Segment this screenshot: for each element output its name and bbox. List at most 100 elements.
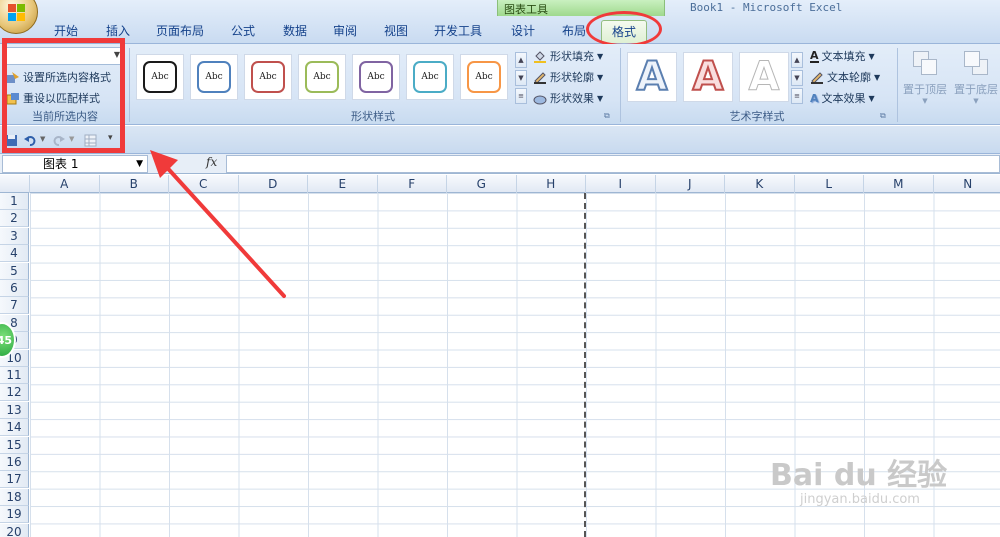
gallery-more-button[interactable]: ≡ (515, 88, 527, 104)
dropdown-arrow-icon: ▼ (868, 93, 875, 103)
send-to-back-button[interactable]: 置于底层 ▼ (951, 49, 1000, 105)
row-header-4[interactable]: 4 (0, 245, 29, 263)
row-header-18[interactable]: 18 (0, 488, 29, 506)
dialog-launcher-icon[interactable]: ⧉ (880, 111, 886, 121)
shape-style-7[interactable]: Abc (460, 54, 508, 100)
row-header-5[interactable]: 5 (0, 262, 29, 280)
shape-style-sample: Abc (197, 61, 231, 93)
chevron-down-icon[interactable]: ▼ (136, 156, 143, 173)
formula-input[interactable] (226, 155, 1000, 173)
wordart-more-button[interactable]: ≡ (791, 88, 803, 104)
wordart-style-2[interactable]: A (683, 52, 733, 102)
shape-style-sample: Abc (359, 61, 393, 93)
tab-developer[interactable]: 开发工具 (434, 22, 482, 42)
name-box[interactable]: 图表 1 ▼ (2, 155, 148, 173)
text-fill-label: 文本填充 (821, 50, 866, 63)
row-header-14[interactable]: 14 (0, 419, 29, 437)
column-header-H[interactable]: H (517, 175, 586, 193)
column-header-L[interactable]: L (795, 175, 864, 193)
text-effects-label: 文本效果 (821, 92, 866, 105)
shape-outline-button[interactable]: 形状轮廓 ▼ (533, 69, 603, 85)
column-header-G[interactable]: G (447, 175, 517, 193)
dropdown-arrow-icon: ▼ (874, 72, 881, 82)
row-header-1[interactable]: 1 (0, 193, 29, 210)
tab-page-layout[interactable]: 页面布局 (156, 22, 204, 42)
wordart-scroll-down-button[interactable]: ▼ (791, 70, 803, 86)
row-header-12[interactable]: 12 (0, 384, 29, 402)
gallery-scroll-down-button[interactable]: ▼ (515, 70, 527, 86)
watermark-logo: Bai du 经验 (770, 458, 948, 493)
tab-formulas[interactable]: 公式 (231, 22, 255, 42)
wordart-style-1[interactable]: A (627, 52, 677, 102)
column-header-B[interactable]: B (100, 175, 169, 193)
row-header-2[interactable]: 2 (0, 210, 29, 228)
column-header-N[interactable]: N (934, 175, 1000, 193)
shape-effects-label: 形状效果 (550, 92, 594, 105)
shape-style-6[interactable]: Abc (406, 54, 454, 100)
shape-styles-group-label: 形状样式 (351, 110, 395, 123)
bring-to-front-button[interactable]: 置于顶层 ▼ (900, 49, 950, 105)
wordart-styles-group-label: 艺术字样式 (729, 110, 785, 123)
column-header-C[interactable]: C (169, 175, 239, 193)
shape-fill-button[interactable]: 形状填充 ▼ (533, 48, 603, 64)
dropdown-arrow-icon: ▼ (922, 97, 928, 105)
shape-effects-button[interactable]: 形状效果 ▼ (533, 90, 603, 106)
name-box-value: 图表 1 (43, 157, 79, 171)
dropdown-arrow-icon: ▼ (597, 72, 604, 82)
column-headers: ABCDEFGHIJKLMN (0, 175, 1000, 193)
row-header-20[interactable]: 20 (0, 523, 29, 537)
column-header-D[interactable]: D (239, 175, 308, 193)
formula-bar: 图表 1 ▼ fx (0, 154, 1000, 174)
wordart-letter: A (748, 54, 780, 101)
row-header-11[interactable]: 11 (0, 367, 29, 384)
row-header-6[interactable]: 6 (0, 280, 29, 297)
shape-style-2[interactable]: Abc (190, 54, 238, 100)
insert-function-icon[interactable]: fx (206, 155, 217, 169)
shape-style-3[interactable]: Abc (244, 54, 292, 100)
shape-style-1[interactable]: Abc (136, 54, 184, 100)
text-outline-button[interactable]: 文本轮廓 ▼ (810, 69, 880, 85)
row-header-13[interactable]: 13 (0, 401, 29, 419)
row-header-7[interactable]: 7 (0, 297, 29, 315)
text-fill-button[interactable]: A 文本填充 ▼ (810, 48, 875, 64)
tab-chart-design[interactable]: 设计 (511, 22, 535, 42)
tab-chart-layout[interactable]: 布局 (562, 22, 586, 42)
tab-data[interactable]: 数据 (283, 22, 307, 42)
office-button[interactable] (0, 0, 38, 34)
group-separator (897, 48, 898, 122)
column-header-J[interactable]: J (656, 175, 725, 193)
column-header-A[interactable]: A (30, 175, 100, 193)
column-header-K[interactable]: K (725, 175, 795, 193)
pen-icon (811, 71, 823, 84)
column-header-E[interactable]: E (308, 175, 378, 193)
dropdown-arrow-icon: ▼ (973, 97, 979, 105)
wordart-style-3[interactable]: A (739, 52, 789, 102)
wordart-letter: A (692, 53, 725, 101)
column-header-M[interactable]: M (864, 175, 934, 193)
gallery-scroll-up-button[interactable]: ▲ (515, 52, 527, 68)
row-header-16[interactable]: 16 (0, 454, 29, 471)
group-separator (129, 48, 130, 122)
tab-view[interactable]: 视图 (384, 22, 408, 42)
ribbon: ▼ 设置所选内容格式 重设以匹配样式 当前所选内容 ▲ ▼ ≡ 形状填充 ▼ 形… (0, 44, 1000, 125)
column-header-I[interactable]: I (586, 175, 656, 193)
text-effects-button[interactable]: A 文本效果 ▼ (810, 90, 875, 106)
tab-review[interactable]: 审阅 (333, 22, 357, 42)
group-separator (620, 48, 621, 122)
row-header-17[interactable]: 17 (0, 471, 29, 489)
dialog-launcher-icon[interactable]: ⧉ (604, 111, 610, 121)
dropdown-arrow-icon: ▼ (597, 51, 604, 61)
wordart-scroll-up-button[interactable]: ▲ (791, 52, 803, 68)
shape-style-sample: Abc (251, 61, 285, 93)
shape-style-sample: Abc (413, 61, 447, 93)
row-header-3[interactable]: 3 (0, 227, 29, 245)
shape-style-5[interactable]: Abc (352, 54, 400, 100)
shape-style-4[interactable]: Abc (298, 54, 346, 100)
office-logo-icon (8, 4, 26, 22)
row-header-19[interactable]: 19 (0, 506, 29, 524)
shape-fill-label: 形状填充 (550, 50, 594, 63)
row-header-15[interactable]: 15 (0, 436, 29, 454)
select-all-corner[interactable] (0, 175, 30, 193)
send-to-back-label: 置于底层 (954, 83, 998, 96)
column-header-F[interactable]: F (378, 175, 447, 193)
